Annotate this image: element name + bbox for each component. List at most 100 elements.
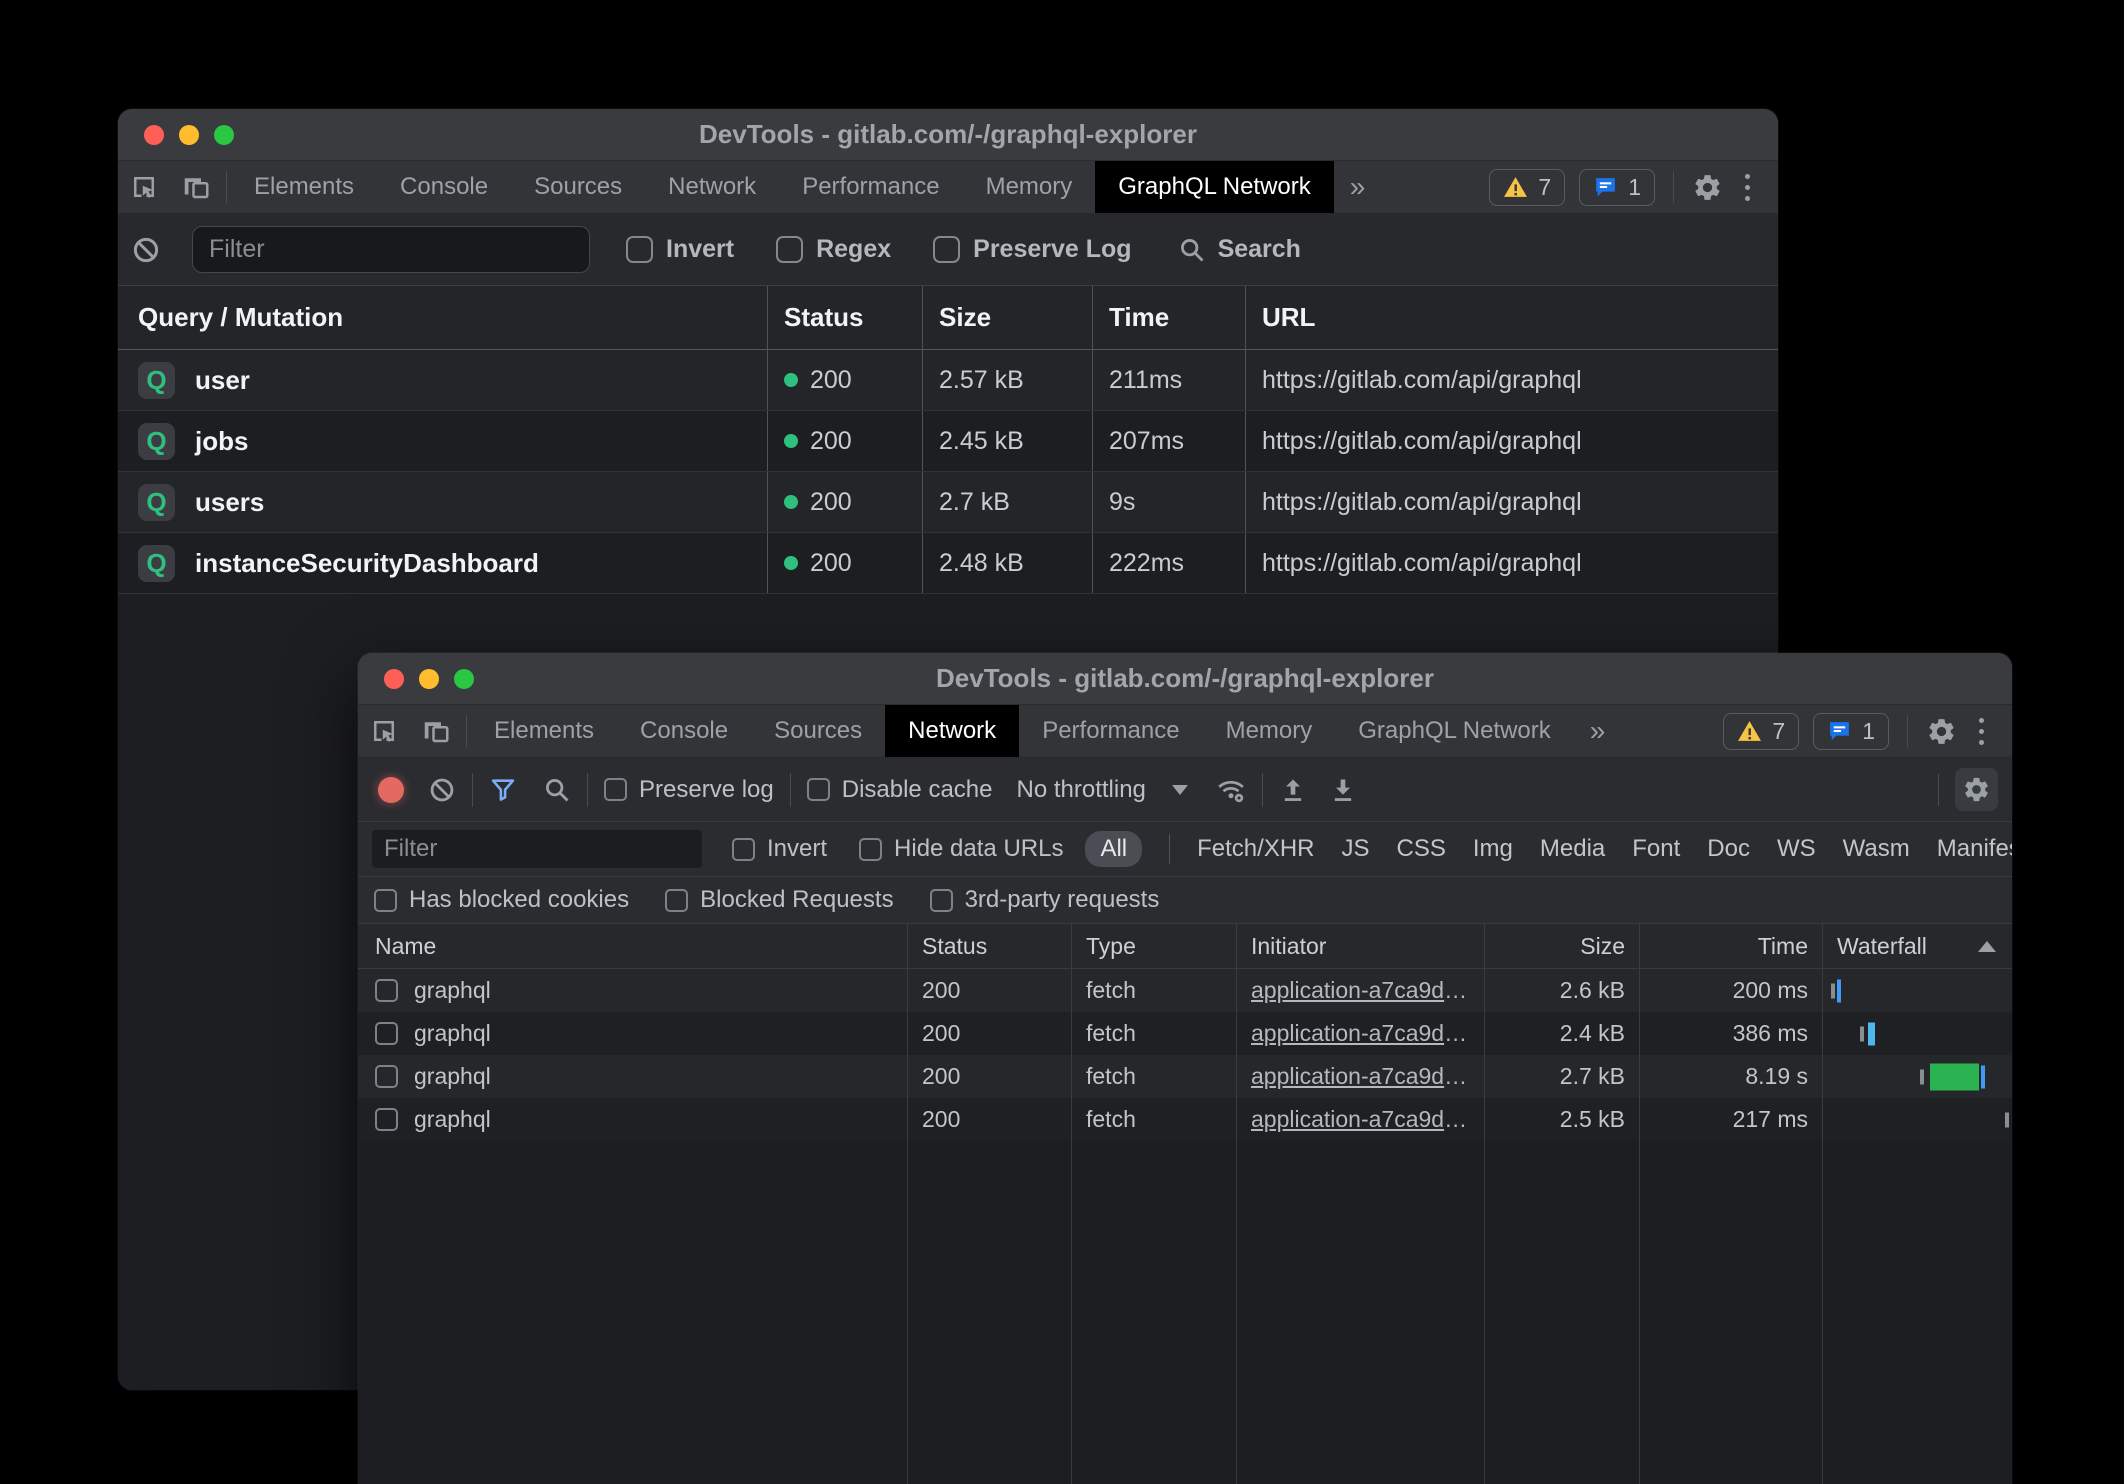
table-row[interactable]: graphql 200 fetch application-a7ca9d0… 2… <box>358 1055 2012 1098</box>
hide-data-urls-checkbox[interactable] <box>859 838 882 861</box>
col-header-query-mutation[interactable]: Query / Mutation <box>118 286 768 349</box>
type-filter-ws[interactable]: WS <box>1777 835 1816 863</box>
type-filter-fetch-xhr[interactable]: Fetch/XHR <box>1197 835 1314 863</box>
preserve-log-checkbox[interactable] <box>604 778 627 801</box>
search-icon[interactable] <box>543 776 571 804</box>
col-header-size[interactable]: Size <box>923 286 1093 349</box>
tab-performance[interactable]: Performance <box>779 161 962 213</box>
table-row[interactable]: graphql 200 fetch application-a7ca9d0… 2… <box>358 1098 2012 1141</box>
throttling-value: No throttling <box>1016 776 1145 804</box>
record-network-log-button[interactable] <box>378 777 404 803</box>
network-filter-input[interactable] <box>372 830 702 868</box>
query-type-badge: Q <box>138 484 175 521</box>
network-requests-table: Name Status Type Initiator Size Time Wat… <box>358 924 2012 1484</box>
device-toolbar-icon[interactable] <box>170 161 222 213</box>
disable-cache-checkbox[interactable] <box>807 778 830 801</box>
settings-gear-icon[interactable] <box>1926 716 1957 747</box>
preserve-log-checkbox[interactable] <box>933 236 960 263</box>
clear-network-log-icon[interactable] <box>428 776 456 804</box>
tab-console[interactable]: Console <box>377 161 511 213</box>
blocked-requests-checkbox[interactable] <box>665 889 688 912</box>
tab-elements[interactable]: Elements <box>471 705 617 757</box>
network-conditions-icon[interactable] <box>1216 775 1246 805</box>
graphql-filter-input[interactable] <box>192 226 590 273</box>
throttling-select[interactable]: No throttling <box>1016 776 1187 804</box>
search-control[interactable]: Search <box>1178 235 1301 264</box>
initiator-link[interactable]: application-a7ca9d0… <box>1251 1063 1469 1090</box>
type-filter-manifest[interactable]: Manifest <box>1937 835 2012 863</box>
table-row[interactable]: Quser 200 2.57 kB 211ms https://gitlab.c… <box>118 350 1778 411</box>
issues-badge[interactable]: 1 <box>1813 713 1889 750</box>
table-row[interactable]: graphql 200 fetch application-a7ca9d0… 2… <box>358 1012 2012 1055</box>
tab-elements[interactable]: Elements <box>231 161 377 213</box>
initiator-link[interactable]: application-a7ca9d0… <box>1251 1020 1469 1047</box>
col-header-time[interactable]: Time <box>1640 924 1823 968</box>
row-checkbox[interactable] <box>375 979 398 1002</box>
titlebar[interactable]: DevTools - gitlab.com/-/graphql-explorer <box>358 653 2012 705</box>
kebab-menu-icon[interactable] <box>1737 174 1758 201</box>
issues-icon <box>1827 719 1852 744</box>
titlebar[interactable]: DevTools - gitlab.com/-/graphql-explorer <box>118 109 1778 161</box>
export-har-icon[interactable] <box>1329 776 1357 804</box>
tab-memory[interactable]: Memory <box>1203 705 1336 757</box>
col-header-url[interactable]: URL <box>1246 286 1778 349</box>
size-value: 2.57 kB <box>939 366 1024 395</box>
row-checkbox[interactable] <box>375 1108 398 1131</box>
tab-network[interactable]: Network <box>885 705 1019 757</box>
inspect-element-icon[interactable] <box>118 161 170 213</box>
col-header-time[interactable]: Time <box>1093 286 1246 349</box>
settings-gear-icon[interactable] <box>1692 172 1723 203</box>
row-checkbox[interactable] <box>375 1065 398 1088</box>
initiator-link[interactable]: application-a7ca9d0… <box>1251 1106 1469 1133</box>
tab-network[interactable]: Network <box>645 161 779 213</box>
invert-checkbox[interactable] <box>732 838 755 861</box>
regex-checkbox[interactable] <box>776 236 803 263</box>
device-toolbar-icon[interactable] <box>410 705 462 757</box>
import-har-icon[interactable] <box>1279 776 1307 804</box>
more-tabs-icon[interactable]: » <box>1574 705 1622 757</box>
has-blocked-cookies-checkbox[interactable] <box>374 889 397 912</box>
tab-sources[interactable]: Sources <box>751 705 885 757</box>
kebab-menu-icon[interactable] <box>1971 718 1992 745</box>
inspect-element-icon[interactable] <box>358 705 410 757</box>
type-filter-css[interactable]: CSS <box>1397 835 1446 863</box>
col-header-type[interactable]: Type <box>1072 924 1237 968</box>
tab-graphql-network[interactable]: GraphQL Network <box>1095 161 1334 213</box>
type-filter-font[interactable]: Font <box>1632 835 1680 863</box>
col-header-status[interactable]: Status <box>768 286 923 349</box>
type-filter-js[interactable]: JS <box>1342 835 1370 863</box>
col-header-name[interactable]: Name <box>358 924 908 968</box>
type-filter-media[interactable]: Media <box>1540 835 1605 863</box>
tab-performance[interactable]: Performance <box>1019 705 1202 757</box>
third-party-requests-checkbox[interactable] <box>930 889 953 912</box>
table-row[interactable]: graphql 200 fetch application-a7ca9d0… 2… <box>358 969 2012 1012</box>
clear-log-icon[interactable] <box>118 235 174 265</box>
network-settings-gear-icon[interactable] <box>1955 768 1998 811</box>
tab-memory[interactable]: Memory <box>963 161 1096 213</box>
search-icon <box>1178 236 1206 264</box>
invert-checkbox[interactable] <box>626 236 653 263</box>
third-party-requests-checkbox-group: 3rd-party requests <box>930 886 1160 914</box>
type-filter-img[interactable]: Img <box>1473 835 1513 863</box>
more-tabs-icon[interactable]: » <box>1334 161 1382 213</box>
col-header-waterfall[interactable]: Waterfall <box>1823 924 2012 968</box>
row-checkbox[interactable] <box>375 1022 398 1045</box>
type-filter-wasm[interactable]: Wasm <box>1843 835 1910 863</box>
type-filter-doc[interactable]: Doc <box>1707 835 1750 863</box>
tab-graphql-network[interactable]: GraphQL Network <box>1335 705 1574 757</box>
table-row[interactable]: Qjobs 200 2.45 kB 207ms https://gitlab.c… <box>118 411 1778 472</box>
table-row[interactable]: Qusers 200 2.7 kB 9s https://gitlab.com/… <box>118 472 1778 533</box>
type-filter-all[interactable]: All <box>1085 831 1142 867</box>
warnings-badge[interactable]: 7 <box>1723 713 1799 750</box>
col-header-initiator[interactable]: Initiator <box>1237 924 1485 968</box>
col-header-size[interactable]: Size <box>1485 924 1640 968</box>
filter-funnel-icon[interactable] <box>489 776 517 804</box>
warnings-badge[interactable]: 7 <box>1489 169 1565 206</box>
tab-sources[interactable]: Sources <box>511 161 645 213</box>
col-header-status[interactable]: Status <box>908 924 1072 968</box>
initiator-link[interactable]: application-a7ca9d0… <box>1251 977 1469 1004</box>
table-row[interactable]: QinstanceSecurityDashboard 200 2.48 kB 2… <box>118 533 1778 594</box>
query-name: instanceSecurityDashboard <box>195 548 539 579</box>
issues-badge[interactable]: 1 <box>1579 169 1655 206</box>
tab-console[interactable]: Console <box>617 705 751 757</box>
